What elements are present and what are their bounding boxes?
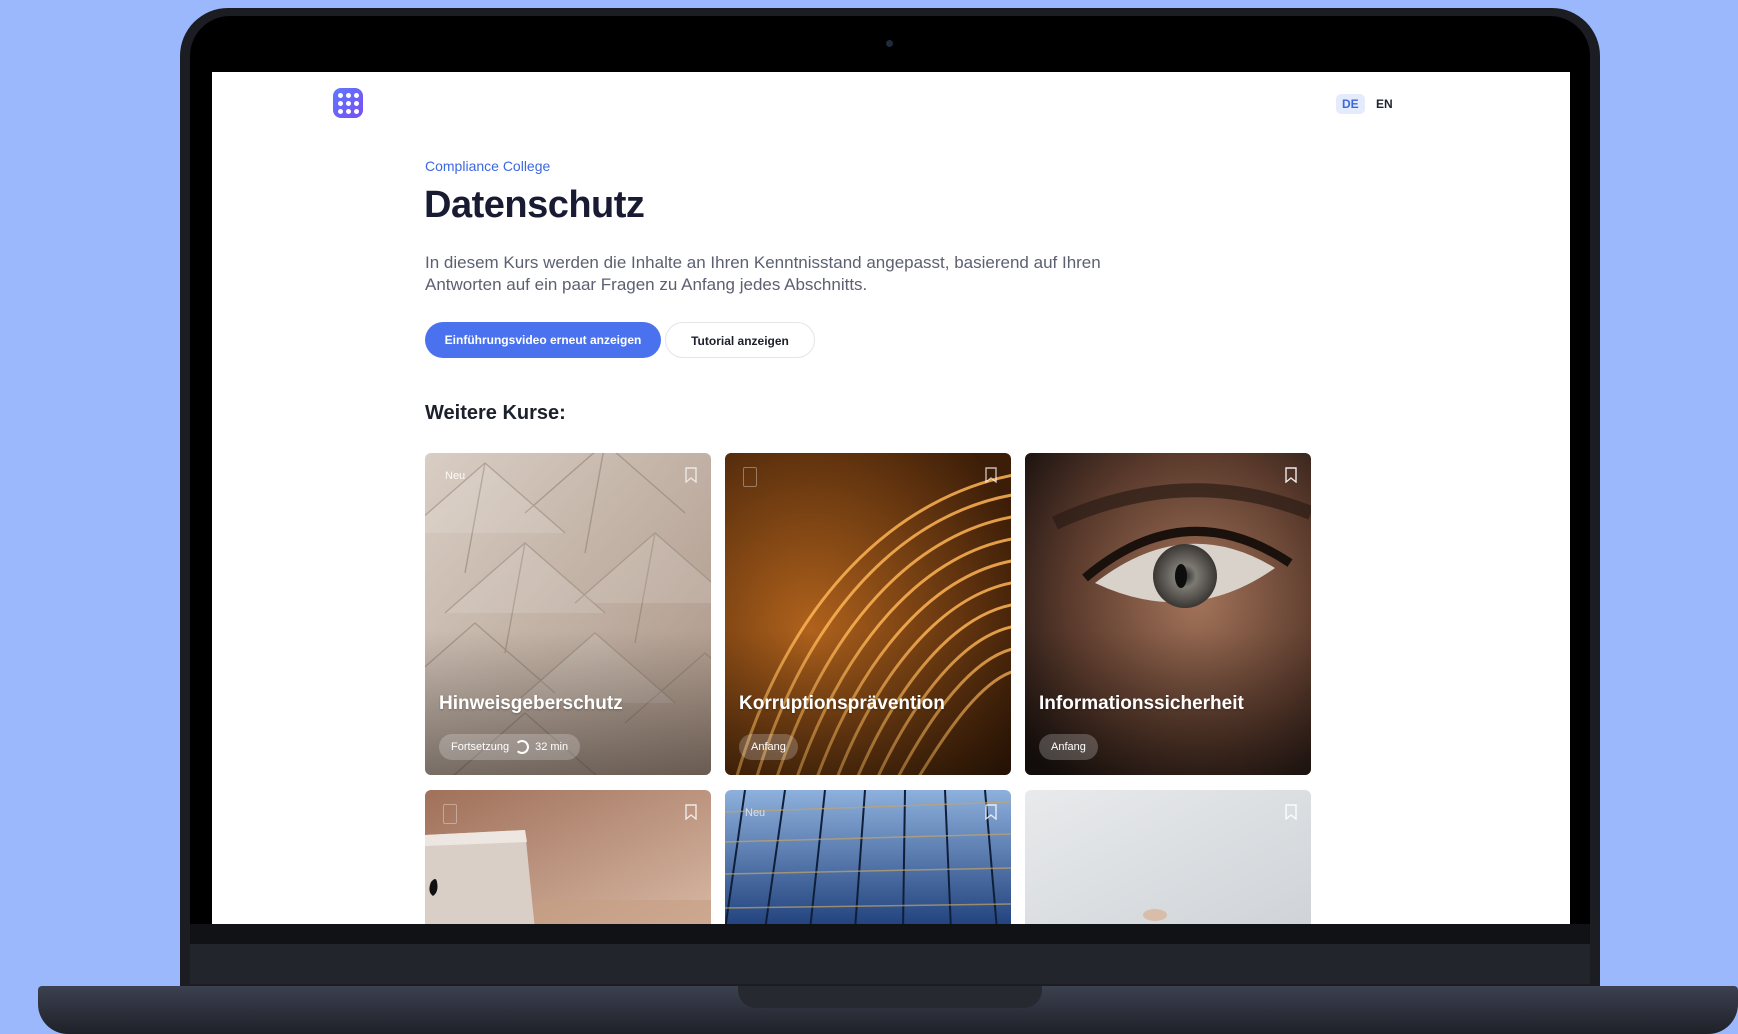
course-status-chip: Anfang [739, 734, 798, 760]
laptop-notch [738, 986, 1042, 1008]
duration-label: 32 min [535, 741, 569, 753]
status-label: Fortsetzung [451, 741, 510, 753]
course-description: In diesem Kurs werden die Inhalte an Ihr… [425, 253, 1101, 294]
more-courses-heading: Weitere Kurse: [425, 402, 566, 424]
course-status-chip: Anfang [1039, 734, 1098, 760]
bookmark-icon[interactable] [685, 467, 697, 483]
language-de-toggle[interactable]: DE [1336, 94, 1365, 114]
card-overlay [1025, 453, 1311, 775]
card-overlay [725, 453, 1011, 775]
course-title: Informationssicherheit [1039, 693, 1244, 714]
course-card-6[interactable] [1025, 790, 1311, 924]
page-title: Datenschutz [424, 184, 645, 226]
bookmark-icon[interactable] [1285, 804, 1297, 820]
card-image-glass-building [725, 790, 1011, 924]
laptop-hinge [190, 944, 1590, 984]
bookmark-icon[interactable] [685, 804, 697, 820]
bookmark-icon[interactable] [985, 804, 997, 820]
course-title: Hinweisgeberschutz [439, 693, 623, 714]
card-overlay [425, 453, 711, 775]
language-en-toggle[interactable]: EN [1370, 94, 1399, 114]
checkbox-icon [443, 804, 457, 824]
new-badge: Neu [445, 470, 466, 482]
progress-ring-icon [515, 740, 530, 754]
course-title: Korruptionsprävention [739, 693, 945, 714]
checkbox-icon [743, 467, 757, 487]
card-image-light-scene [1025, 790, 1311, 924]
course-card-5[interactable]: Neu [725, 790, 1011, 924]
status-label: Anfang [751, 741, 786, 753]
course-card-korruptionspraevention[interactable]: Korruptionsprävention Anfang [725, 453, 1011, 775]
breadcrumb[interactable]: Compliance College [425, 158, 550, 174]
replay-intro-video-button[interactable]: Einführungsvideo erneut anzeigen [425, 322, 661, 358]
bookmark-icon[interactable] [985, 467, 997, 483]
show-tutorial-button[interactable]: Tutorial anzeigen [665, 322, 815, 358]
course-card-4[interactable] [425, 790, 711, 924]
app-screen: DE EN Compliance College Datenschutz In … [212, 72, 1570, 924]
course-status-chip: Fortsetzung 32 min [439, 734, 581, 760]
camera-icon [886, 40, 893, 47]
course-card-hinweisgeberschutz[interactable]: Neu Hinweisgeberschutz Fortsetzung 32 mi… [425, 453, 711, 775]
new-badge: Neu [745, 807, 766, 819]
card-image-desk-laptop [425, 790, 711, 924]
status-label: Anfang [1051, 741, 1086, 753]
app-logo-icon[interactable] [333, 88, 363, 118]
bookmark-icon[interactable] [1285, 467, 1297, 483]
course-card-informationssicherheit[interactable]: Informationssicherheit Anfang [1025, 453, 1311, 775]
